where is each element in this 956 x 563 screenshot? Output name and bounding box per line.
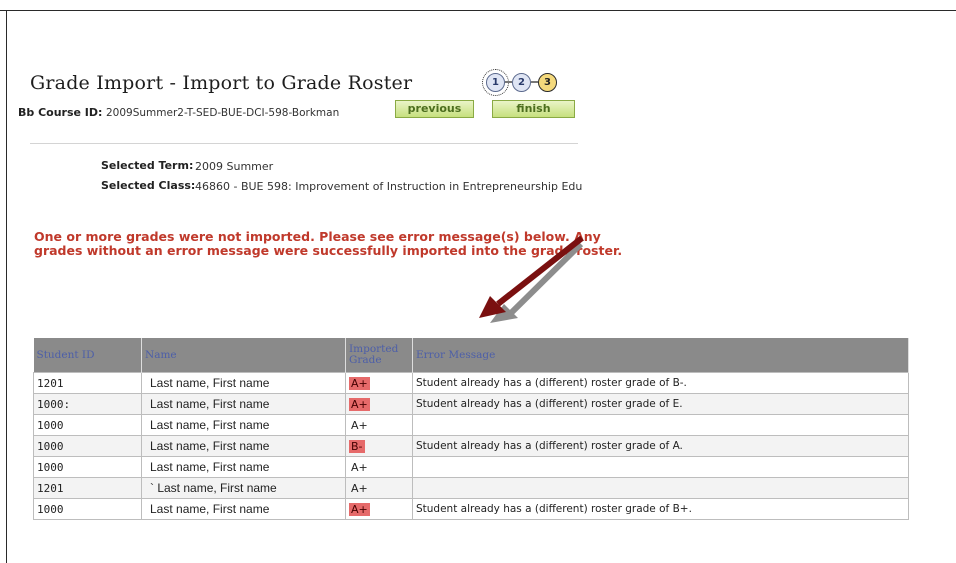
grade-value: A+ [351,418,368,432]
step-3-icon[interactable]: 3 [538,72,557,92]
column-header-error-message: Error Message [412,338,909,373]
error-message-cell: Student already has a (different) roster… [412,498,909,520]
column-header-imported-grade: Imported Grade [345,338,413,373]
error-message-cell [412,414,909,436]
student-name-cell: Last name, First name [141,372,346,394]
step-connector [505,81,512,83]
selected-term-label: Selected Term: [101,159,194,172]
student-id-cell: 1000 [33,456,142,478]
error-message-cell: Student already has a (different) roster… [412,372,909,394]
grade-value: A+ [349,502,370,516]
selected-class-value: 46860 - BUE 598: Improvement of Instruct… [195,180,583,193]
column-header-name: Name [141,338,346,373]
student-id-cell: 1000: [33,393,142,415]
table-row: 1000: Last name, First name A+ Student a… [33,393,909,415]
imported-grade-cell: A+ [345,393,413,415]
grade-value: A+ [349,397,370,411]
error-message-cell [412,477,909,499]
step-indicator: 1 2 3 [482,68,557,96]
section-divider [30,143,578,144]
imported-grade-cell: A+ [345,498,413,520]
grade-value: A+ [351,481,368,495]
imported-grade-cell: A+ [345,372,413,394]
course-id-label: Bb Course ID: [18,106,103,119]
step-connector [531,81,538,83]
table-row: 1000 Last name, First name A+ [33,456,909,478]
grade-value: B- [349,439,365,453]
grade-value: A+ [349,376,370,390]
student-name-cell: Last name, First name [141,393,346,415]
table-row: 1000 Last name, First name A+ [33,414,909,436]
student-id-cell: 1201 [33,372,142,394]
annotation-arrows [479,235,584,323]
frame-left-border [6,10,7,563]
table-row: 1000 Last name, First name A+ Student al… [33,498,909,520]
student-name-cell: Last name, First name [141,498,346,520]
course-id-value: 2009Summer2-T-SED-BUE-DCI-598-Borkman [106,107,340,119]
student-id-cell: 1000 [33,435,142,457]
error-message-cell: Student already has a (different) roster… [412,435,909,457]
student-name-cell: Last name, First name [141,414,346,436]
selected-class-label: Selected Class: [101,179,196,192]
imported-grade-cell: A+ [345,477,413,499]
table-row: 1000 Last name, First name B- Student al… [33,435,909,457]
student-name-cell: ` Last name, First name [141,477,346,499]
page-title: Grade Import - Import to Grade Roster [30,72,413,94]
frame-top-border [0,10,956,11]
column-header-student-id: Student ID [33,338,142,373]
selected-term-value: 2009 Summer [195,160,274,173]
table-row: 1201 ` Last name, First name A+ [33,477,909,499]
error-message-cell: Student already has a (different) roster… [412,393,909,415]
table-header-row: Student ID Name Imported Grade Error Mes… [33,338,909,373]
finish-button[interactable]: finish [492,100,575,118]
arrow-dark-red-icon [479,235,584,318]
student-name-cell: Last name, First name [141,435,346,457]
step-2-icon[interactable]: 2 [512,72,531,92]
imported-grade-cell: B- [345,435,413,457]
step-1-icon[interactable]: 1 [482,68,509,96]
student-id-cell: 1000 [33,498,142,520]
student-id-cell: 1000 [33,414,142,436]
imported-grade-cell: A+ [345,456,413,478]
imported-grade-cell: A+ [345,414,413,436]
previous-button[interactable]: previous [395,100,474,118]
error-message-cell [412,456,909,478]
student-id-cell: 1201 [33,477,142,499]
table-row: 1201 Last name, First name A+ Student al… [33,372,909,394]
grades-table: Student ID Name Imported Grade Error Mes… [33,338,909,520]
grade-value: A+ [351,460,368,474]
student-name-cell: Last name, First name [141,456,346,478]
